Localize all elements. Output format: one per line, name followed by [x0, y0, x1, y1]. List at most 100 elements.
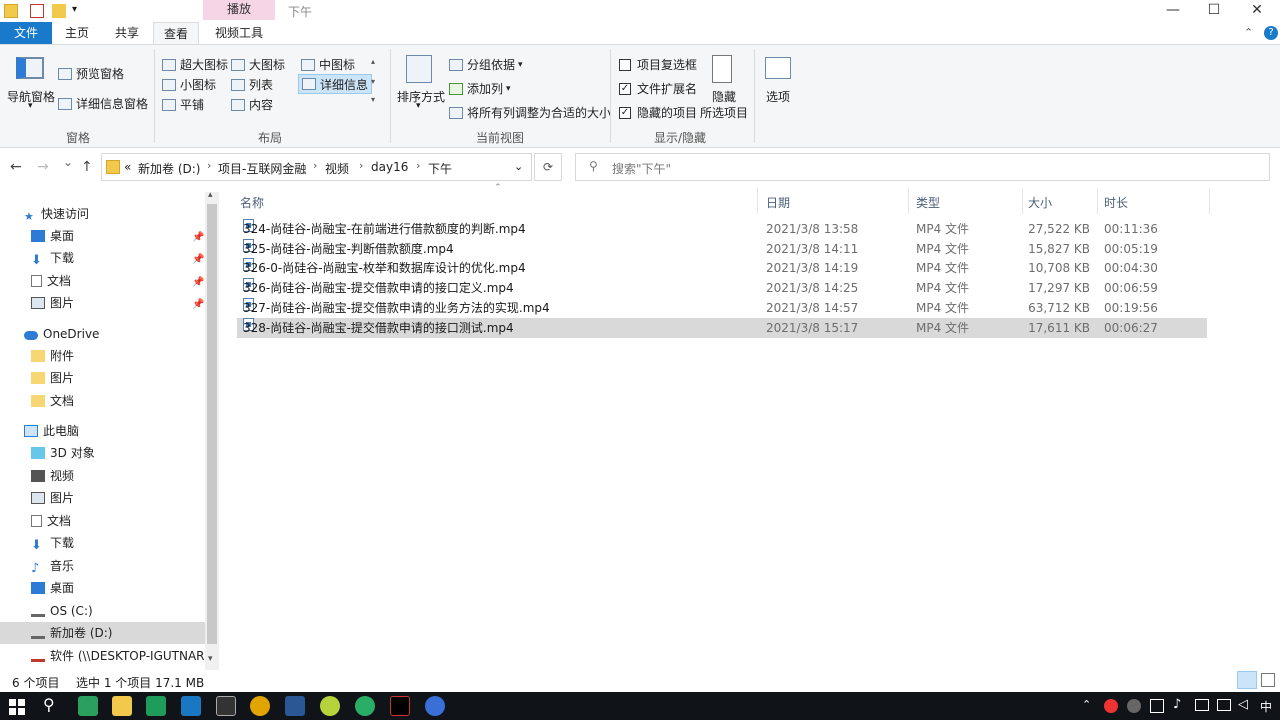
column-header-date[interactable]: 日期	[766, 194, 790, 211]
column-header-length[interactable]: 时长	[1104, 194, 1128, 211]
microphone-icon[interactable]: ♪	[1173, 697, 1181, 712]
wechat-icon[interactable]	[355, 696, 375, 716]
windows-start-icon[interactable]	[9, 699, 25, 715]
search-box[interactable]: ⚲ 搜索"下午"	[575, 153, 1270, 181]
hidden-items-toggle[interactable]: ✓ 隐藏的项目	[619, 104, 697, 121]
tree-drive-d[interactable]: 新加卷 (D:)	[0, 622, 205, 644]
terminal-icon[interactable]	[216, 696, 236, 716]
recent-locations-button[interactable]: ⌄	[63, 155, 73, 169]
scroll-down-icon[interactable]: ▾	[208, 654, 213, 664]
layout-medium[interactable]: 中图标	[301, 56, 355, 73]
hidden-items-checkbox[interactable]: ✓	[619, 106, 631, 119]
tray-app-icon[interactable]	[1127, 699, 1141, 713]
file-row[interactable]: 327-尚硅谷-尚融宝-提交借款申请的业务方法的实现.mp4 2021/3/8 …	[237, 298, 1207, 318]
app-icon[interactable]	[146, 696, 166, 716]
pin-icon[interactable]: 📌	[192, 254, 204, 265]
tree-onedrive[interactable]: OneDrive	[24, 323, 99, 345]
qat-dropdown-icon[interactable]: ▾	[72, 4, 77, 15]
tray-chevron-up-icon[interactable]: ⌃	[1082, 698, 1091, 711]
tab-view[interactable]: 查看	[153, 22, 199, 44]
file-row[interactable]: 326-0-尚硅谷-尚融宝-枚举和数据库设计的优化.mp4 2021/3/8 1…	[237, 258, 1207, 278]
layout-scroll-down-icon[interactable]: ▾	[371, 77, 375, 86]
column-separator[interactable]	[1209, 188, 1210, 214]
fit-columns-button[interactable]: 将所有列调整为合适的大小	[449, 104, 611, 121]
tree-od-documents[interactable]: 文档	[31, 390, 74, 412]
tab-video-tools[interactable]: 视频工具	[203, 22, 275, 44]
tree-3d-objects[interactable]: 3D 对象	[31, 442, 95, 464]
search-input[interactable]: 搜索"下午"	[612, 160, 671, 177]
address-bar[interactable]: « 新加卷 (D:) › 项目-互联网金融 › 视频 › day16 › 下午 …	[101, 153, 532, 181]
item-checkboxes-toggle[interactable]: 项目复选框	[619, 56, 697, 73]
layout-more-icon[interactable]: ▾	[371, 95, 375, 104]
address-dropdown-icon[interactable]: ⌄	[514, 160, 523, 173]
word-icon[interactable]	[285, 696, 305, 716]
pin-icon[interactable]: 📌	[192, 299, 204, 310]
file-extensions-checkbox[interactable]: ✓	[619, 82, 631, 95]
help-icon[interactable]: ?	[1264, 26, 1278, 40]
sort-by-button[interactable]: 排序方式	[397, 88, 445, 105]
tree-videos[interactable]: 视频	[31, 465, 74, 487]
tree-qa-downloads[interactable]: ⬇ 下载	[31, 247, 74, 269]
volume-icon[interactable]: ◁	[1238, 697, 1248, 712]
nav-scrollbar[interactable]: ▴ ▾	[205, 190, 219, 670]
sort-dropdown-icon[interactable]: ▾	[416, 101, 421, 111]
network-icon[interactable]	[1195, 699, 1209, 711]
options-button[interactable]: 选项	[766, 88, 790, 105]
close-button[interactable]: ✕	[1234, 0, 1280, 22]
up-button[interactable]: ↑	[81, 159, 93, 175]
details-pane-button[interactable]: 详细信息窗格	[58, 95, 148, 112]
layout-extra-large[interactable]: 超大图标	[162, 56, 228, 73]
refresh-button[interactable]: ⟳	[534, 153, 562, 181]
options-icon[interactable]	[765, 57, 791, 79]
file-extensions-toggle[interactable]: ✓ 文件扩展名	[619, 80, 697, 97]
hide-selected-line2[interactable]: 所选项目	[700, 104, 748, 121]
tree-music[interactable]: ♪ 音乐	[31, 555, 74, 577]
layout-large[interactable]: 大图标	[231, 56, 285, 73]
column-separator[interactable]	[757, 188, 758, 214]
breadcrumb-separator-icon[interactable]: ›	[416, 159, 420, 172]
nav-scrollbar-thumb[interactable]	[207, 204, 217, 644]
file-explorer-icon[interactable]	[112, 696, 132, 716]
group-by-button[interactable]: 分组依据 ▾	[449, 56, 523, 73]
large-icons-view-toggle-icon[interactable]	[1261, 673, 1275, 687]
breadcrumb-drive[interactable]: 新加卷 (D:)	[138, 160, 200, 177]
layout-scroll-up-icon[interactable]: ▴	[371, 57, 375, 66]
layout-small[interactable]: 小图标	[162, 76, 216, 93]
app-icon[interactable]	[78, 696, 98, 716]
breadcrumb-separator-icon[interactable]: ›	[359, 159, 363, 172]
tray-app-icon[interactable]	[1150, 699, 1164, 713]
nav-pane-dropdown-icon[interactable]: ▾	[28, 101, 33, 111]
column-separator[interactable]	[1097, 188, 1098, 214]
file-row[interactable]: 324-尚硅谷-尚融宝-在前端进行借款额度的判断.mp4 2021/3/8 13…	[237, 219, 1207, 239]
back-button[interactable]: ←	[10, 159, 22, 175]
sort-icon[interactable]	[406, 55, 432, 83]
ime-indicator[interactable]: 中	[1260, 698, 1272, 715]
layout-list[interactable]: 列表	[231, 76, 273, 93]
tree-od-attachments[interactable]: 附件	[31, 345, 74, 367]
breadcrumb-separator-icon[interactable]: ›	[207, 159, 211, 172]
file-row[interactable]: 326-尚硅谷-尚融宝-提交借款申请的接口定义.mp4 2021/3/8 14:…	[237, 278, 1207, 298]
file-row[interactable]: 325-尚硅谷-尚融宝-判断借款额度.mp4 2021/3/8 14:11 MP…	[237, 239, 1207, 259]
column-header-type[interactable]: 类型	[916, 194, 940, 211]
forward-button[interactable]: →	[37, 159, 49, 175]
app-icon[interactable]	[320, 696, 340, 716]
layout-tiles[interactable]: 平铺	[162, 96, 204, 113]
tree-qa-documents[interactable]: 文档	[31, 270, 71, 292]
layout-content[interactable]: 内容	[231, 96, 273, 113]
hide-selected-line1[interactable]: 隐藏	[712, 88, 736, 105]
column-header-size[interactable]: 大小	[1028, 194, 1052, 211]
tab-home[interactable]: 主页	[54, 22, 100, 44]
tree-qa-pictures[interactable]: 图片	[31, 292, 74, 314]
app-icon[interactable]	[425, 696, 445, 716]
tree-drive-c[interactable]: OS (C:)	[31, 600, 93, 622]
display-icon[interactable]	[1217, 699, 1231, 711]
layout-details[interactable]: 详细信息	[298, 74, 373, 94]
tree-downloads[interactable]: ⬇ 下载	[31, 532, 74, 554]
add-columns-button[interactable]: 添加列 ▾	[449, 80, 511, 97]
tray-app-icon[interactable]	[1104, 699, 1118, 713]
tree-desktop[interactable]: 桌面	[31, 577, 74, 599]
breadcrumb-project[interactable]: 项目-互联网金融	[218, 160, 306, 177]
minimize-button[interactable]: —	[1150, 0, 1196, 22]
tree-pictures[interactable]: 图片	[31, 487, 74, 509]
breadcrumb-day16[interactable]: day16	[371, 160, 408, 174]
